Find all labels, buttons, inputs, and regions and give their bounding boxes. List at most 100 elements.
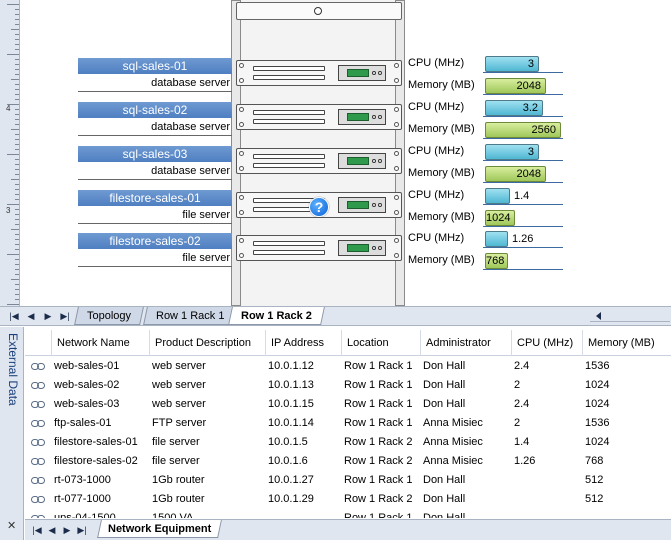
- device-row[interactable]: filestore-sales-01 file server? CPU (MHz) M…: [21, 188, 671, 234]
- column-header[interactable]: IP Address: [265, 330, 341, 356]
- bolt-icon: [239, 238, 244, 243]
- drawing-canvas[interactable]: sql-sales-01 database server CPU (MHz) Memo…: [21, 0, 671, 306]
- column-header[interactable]: Administrator: [420, 330, 511, 356]
- page-tab[interactable]: Row 1 Rack 1: [143, 307, 238, 325]
- table-cell: Row 1 Rack 2: [344, 436, 413, 448]
- device-name-label[interactable]: filestore-sales-01: [78, 190, 232, 206]
- device-name-label[interactable]: sql-sales-03: [78, 146, 232, 162]
- cpu-bar: [485, 231, 508, 247]
- first-page-icon[interactable]: |◀: [31, 524, 43, 536]
- table-cell: 10.0.1.12: [268, 360, 314, 372]
- table-cell: Row 1 Rack 1: [344, 360, 413, 372]
- ruler-tick: [7, 254, 19, 255]
- server-lcd: [347, 113, 369, 121]
- horizontal-scroll-left-icon[interactable]: [590, 310, 670, 322]
- ruler-tick: [15, 39, 19, 40]
- external-data-grid[interactable]: Network Name Product Description IP Addres…: [25, 330, 671, 518]
- table-row[interactable]: rt-073-1000 1Gb router 10.0.1.27 Row 1 Rack…: [25, 471, 671, 490]
- server-button-icon: [378, 159, 382, 163]
- memory-label: Memory (MB): [408, 167, 475, 179]
- memory-label: Memory (MB): [408, 211, 475, 223]
- question-mark-icon[interactable]: ?: [309, 197, 329, 217]
- table-row[interactable]: ftp-sales-01 FTP server 10.0.1.14 Row 1 Rac…: [25, 414, 671, 433]
- table-cell: 1536: [585, 417, 610, 429]
- table-cell: ftp-sales-01: [54, 417, 112, 429]
- column-header[interactable]: CPU (MHz): [511, 330, 582, 356]
- table-cell: 512: [585, 474, 604, 486]
- ruler-tick: [11, 279, 19, 280]
- sheet-tab-network-equipment[interactable]: Network Equipment: [97, 520, 223, 538]
- column-header[interactable]: Product Description: [149, 330, 265, 356]
- bolt-icon: [394, 78, 399, 83]
- link-icon: [31, 515, 45, 518]
- table-row[interactable]: web-sales-03 web server 10.0.1.15 Row 1 Rac…: [25, 395, 671, 414]
- server-button-icon: [378, 115, 382, 119]
- ruler-tick: [15, 244, 19, 245]
- cpu-bar: [485, 188, 510, 204]
- ruler-tick: [15, 219, 19, 220]
- table-cell: Row 1 Rack 2: [344, 493, 413, 505]
- column-header[interactable]: Memory (MB): [582, 330, 671, 356]
- server-button-icon: [372, 115, 376, 119]
- table-row[interactable]: web-sales-02 web server 10.0.1.13 Row 1 Rac…: [25, 376, 671, 395]
- prev-page-icon[interactable]: ◀: [25, 310, 37, 322]
- next-page-icon[interactable]: ▶: [42, 310, 54, 322]
- prev-page-icon[interactable]: ◀: [46, 524, 58, 536]
- table-cell: 10.0.1.13: [268, 379, 314, 391]
- last-page-icon[interactable]: ▶|: [76, 524, 88, 536]
- cpu-bar: 3: [485, 56, 539, 72]
- link-icon: [31, 363, 45, 370]
- ruler-tick: [15, 49, 19, 50]
- rack-server-shape[interactable]: [236, 148, 402, 174]
- ruler-tick: [15, 34, 19, 35]
- rack-server-shape[interactable]: [236, 235, 402, 261]
- rack-top-panel[interactable]: [236, 2, 402, 20]
- device-row[interactable]: sql-sales-02 database server CPU (MHz) Memo…: [21, 100, 671, 146]
- drive-slot: [253, 163, 325, 168]
- rack-server-shape[interactable]: [236, 104, 402, 130]
- ruler-tick: [15, 24, 19, 25]
- table-row[interactable]: web-sales-01 web server 10.0.1.12 Row 1 Rac…: [25, 357, 671, 376]
- table-row[interactable]: rt-077-1000 1Gb router 10.0.1.29 Row 1 Rack…: [25, 490, 671, 509]
- last-page-icon[interactable]: ▶|: [59, 310, 71, 322]
- server-button-icon: [372, 71, 376, 75]
- table-row[interactable]: ups-04-1500 1500 VA Row 1 Rack 1 Don Hall: [25, 509, 671, 518]
- ruler-tick: [15, 69, 19, 70]
- rack-server-shape[interactable]: [236, 60, 402, 86]
- device-name-label[interactable]: sql-sales-01: [78, 58, 232, 74]
- bolt-icon: [239, 210, 244, 215]
- table-row[interactable]: filestore-sales-01 file server 10.0.1.5 Row…: [25, 433, 671, 452]
- device-row[interactable]: sql-sales-01 database server CPU (MHz) Memo…: [21, 56, 671, 102]
- drive-slot: [253, 66, 325, 71]
- device-name-label[interactable]: filestore-sales-02: [78, 233, 232, 249]
- device-name-label[interactable]: sql-sales-02: [78, 102, 232, 118]
- table-cell: 1500 VA: [152, 512, 194, 518]
- device-row[interactable]: filestore-sales-02 file server CPU (MHz) Me…: [21, 231, 671, 277]
- column-header[interactable]: Location: [341, 330, 420, 356]
- bolt-icon: [239, 78, 244, 83]
- column-header[interactable]: Network Name: [51, 330, 149, 356]
- close-icon[interactable]: ✕: [7, 519, 16, 532]
- table-cell: 10.0.1.15: [268, 398, 314, 410]
- ruler-tick: [15, 64, 19, 65]
- page-tab[interactable]: Topology: [74, 307, 144, 325]
- external-data-sidebar: External Data ✕: [0, 327, 24, 540]
- table-cell: 1.26: [514, 455, 536, 467]
- device-description: database server: [78, 74, 232, 92]
- first-page-icon[interactable]: |◀: [8, 310, 20, 322]
- ruler-tick: [15, 189, 19, 190]
- server-button-icon: [378, 203, 382, 207]
- table-cell: Don Hall: [423, 474, 466, 486]
- page-tab[interactable]: Row 1 Rack 2: [228, 307, 325, 325]
- memory-label: Memory (MB): [408, 123, 475, 135]
- table-row[interactable]: filestore-sales-02 file server 10.0.1.6 Row…: [25, 452, 671, 471]
- server-button-icon: [372, 246, 376, 250]
- bolt-icon: [394, 122, 399, 127]
- ruler-tick: [15, 159, 19, 160]
- ruler-tick: [15, 249, 19, 250]
- table-cell: filestore-sales-01: [54, 436, 138, 448]
- next-page-icon[interactable]: ▶: [61, 524, 73, 536]
- device-row[interactable]: sql-sales-03 database server CPU (MHz) Memo…: [21, 144, 671, 190]
- server-button-icon: [378, 246, 382, 250]
- server-front-panel: [338, 109, 386, 125]
